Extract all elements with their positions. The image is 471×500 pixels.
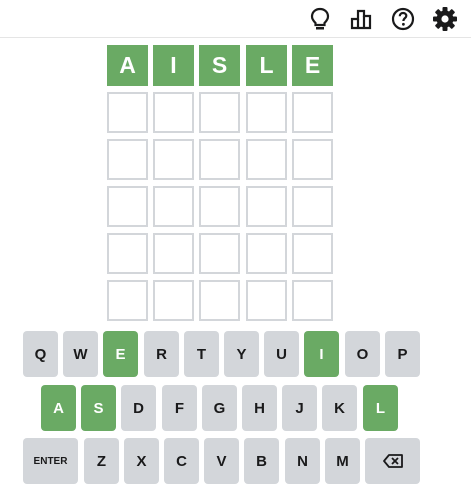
key-j[interactable]: J: [282, 385, 317, 431]
key-e[interactable]: E: [103, 331, 138, 377]
tile: [107, 92, 148, 133]
key-n[interactable]: N: [285, 438, 320, 484]
backspace-icon: [382, 454, 403, 468]
tile: [153, 233, 194, 274]
key-v[interactable]: V: [204, 438, 239, 484]
settings-icon[interactable]: [432, 6, 458, 32]
key-backspace[interactable]: [365, 438, 420, 484]
key-enter[interactable]: ENTER: [23, 438, 78, 484]
tile: [292, 233, 333, 274]
key-d[interactable]: D: [121, 385, 156, 431]
tile: [199, 233, 240, 274]
tile: [199, 139, 240, 180]
tile: [199, 186, 240, 227]
tile: S: [199, 45, 240, 86]
key-f[interactable]: F: [162, 385, 197, 431]
key-o[interactable]: O: [345, 331, 380, 377]
tile: [153, 280, 194, 321]
tile: L: [246, 45, 287, 86]
key-y[interactable]: Y: [224, 331, 259, 377]
app-header: [0, 0, 471, 38]
tile: [246, 186, 287, 227]
tile: [246, 233, 287, 274]
key-z[interactable]: Z: [84, 438, 119, 484]
key-x[interactable]: X: [124, 438, 159, 484]
tile: [153, 92, 194, 133]
tile: [107, 280, 148, 321]
key-k[interactable]: K: [322, 385, 357, 431]
key-l[interactable]: L: [363, 385, 398, 431]
key-u[interactable]: U: [264, 331, 299, 377]
tile: [199, 92, 240, 133]
tile: [292, 92, 333, 133]
key-q[interactable]: Q: [23, 331, 58, 377]
key-b[interactable]: B: [244, 438, 279, 484]
tile: [107, 233, 148, 274]
key-c[interactable]: C: [164, 438, 199, 484]
tile: [292, 139, 333, 180]
key-t[interactable]: T: [184, 331, 219, 377]
tile: [153, 139, 194, 180]
key-m[interactable]: M: [325, 438, 360, 484]
key-w[interactable]: W: [63, 331, 98, 377]
help-icon[interactable]: [390, 6, 416, 32]
tile: E: [292, 45, 333, 86]
key-h[interactable]: H: [242, 385, 277, 431]
tile: [107, 139, 148, 180]
tile: I: [153, 45, 194, 86]
key-p[interactable]: P: [385, 331, 420, 377]
tile: [292, 186, 333, 227]
tile: [107, 186, 148, 227]
tile: [246, 139, 287, 180]
tile: [153, 186, 194, 227]
key-i[interactable]: I: [304, 331, 339, 377]
tile: [246, 280, 287, 321]
stats-icon[interactable]: [349, 6, 375, 32]
key-a[interactable]: A: [41, 385, 76, 431]
tile: [292, 280, 333, 321]
tile: A: [107, 45, 148, 86]
tile: [199, 280, 240, 321]
tile: [246, 92, 287, 133]
lightbulb-icon[interactable]: [307, 6, 333, 32]
key-r[interactable]: R: [144, 331, 179, 377]
key-g[interactable]: G: [202, 385, 237, 431]
key-s[interactable]: S: [81, 385, 116, 431]
